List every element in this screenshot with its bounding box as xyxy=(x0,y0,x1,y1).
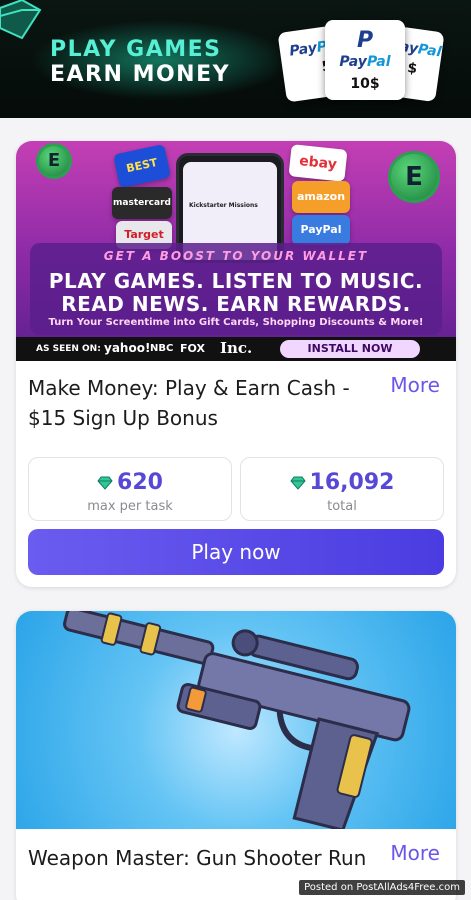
paypal-p-icon: P xyxy=(357,28,373,53)
media-logo-fox: FOX xyxy=(180,342,205,355)
gift-card-paypal: PayPal xyxy=(292,215,350,245)
coin-icon: E xyxy=(388,151,440,203)
offer-card[interactable]: Weapon Master: Gun Shooter Run More xyxy=(16,611,456,900)
gift-card-ebay: ebay xyxy=(288,144,348,182)
stat-total: 16,092 total xyxy=(240,457,444,521)
stat-max-per-task: 620 max per task xyxy=(28,457,232,521)
media-logo-inc: Inc. xyxy=(220,339,253,357)
banner-headline-2: READ NEWS. EARN REWARDS. xyxy=(61,292,411,316)
banner-headline-1: PLAY GAMES. LISTEN TO MUSIC. xyxy=(48,269,424,293)
stat-label: total xyxy=(327,499,357,514)
header-line1: PLAY GAMES xyxy=(50,37,222,62)
media-logo-yahoo: yahoo! xyxy=(104,341,151,355)
install-now-button[interactable]: INSTALL NOW xyxy=(280,340,420,358)
offer-title[interactable]: Weapon Master: Gun Shooter Run xyxy=(28,843,368,873)
paypal-card-center: P PayPal 10$ xyxy=(325,20,405,100)
play-now-button[interactable]: Play now xyxy=(28,529,444,575)
watermark: Posted on PostAllAds4Free.com xyxy=(299,880,465,895)
header-line2: EARN MONEY xyxy=(50,62,231,87)
as-seen-on-label: AS SEEN ON: xyxy=(36,344,101,354)
gem-logo-icon xyxy=(0,0,42,40)
stat-value: 620 xyxy=(117,470,163,495)
coin-icon: E xyxy=(36,143,72,179)
svg-text:P: P xyxy=(357,28,373,50)
promo-header[interactable]: PLAY GAMES EARN MONEY PayPal 5$ PayPal $… xyxy=(0,0,471,118)
stat-value: 16,092 xyxy=(309,470,395,495)
offer-banner[interactable] xyxy=(16,611,456,829)
banner-subline: Turn Your Screentime into Gift Cards, Sh… xyxy=(48,317,424,328)
stat-label: max per task xyxy=(87,499,173,514)
diamond-icon xyxy=(289,476,306,490)
banner-boost-text: GET A BOOST TO YOUR WALLET xyxy=(103,249,369,263)
diamond-icon xyxy=(97,476,113,490)
gift-card-mastercard: mastercard xyxy=(112,187,172,219)
media-logo-nbc: NBC xyxy=(150,343,174,354)
more-link[interactable]: More xyxy=(390,841,440,865)
more-link[interactable]: More xyxy=(390,373,440,397)
offer-card[interactable]: E E BEST BUY mastercard Target ebay amaz… xyxy=(16,141,456,587)
paypal-logo-icon: PayPal xyxy=(339,54,391,70)
gift-card-bestbuy: BEST BUY xyxy=(113,143,171,208)
as-seen-on-strip: AS SEEN ON: yahoo! NBC FOX Inc. INSTALL … xyxy=(16,337,456,361)
phone-screen-label: Kickstarter Missions xyxy=(189,202,258,209)
offer-banner[interactable]: E E BEST BUY mastercard Target ebay amaz… xyxy=(16,141,456,361)
offer-title[interactable]: Make Money: Play & Earn Cash - $15 Sign … xyxy=(28,373,368,433)
paypal-amount: 10$ xyxy=(350,76,380,92)
gift-card-amazon: amazon xyxy=(292,181,350,213)
gun-illustration xyxy=(63,611,411,829)
